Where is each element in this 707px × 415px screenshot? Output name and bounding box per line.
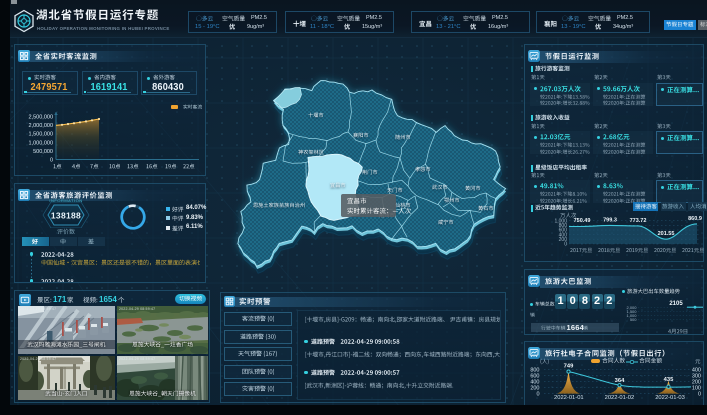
svg-text:749: 749 (564, 363, 574, 369)
svg-text:500: 500 (630, 317, 637, 322)
svg-text:2105: 2105 (669, 301, 683, 307)
svg-text:773.72: 773.72 (630, 218, 647, 224)
svg-text:201.55: 201.55 (658, 231, 675, 237)
svg-text:750.49: 750.49 (574, 218, 591, 224)
svg-text:0: 0 (698, 391, 701, 397)
svg-text:1,500,000: 1,500,000 (29, 132, 53, 138)
svg-text:2,500,000: 2,500,000 (29, 115, 53, 121)
svg-text:860.9: 860.9 (688, 216, 702, 222)
svg-text:1,000,000: 1,000,000 (29, 140, 53, 146)
svg-text:500,000: 500,000 (33, 149, 53, 155)
svg-text:2,000,000: 2,000,000 (29, 123, 53, 129)
svg-text:0: 0 (564, 242, 567, 248)
svg-text:0: 0 (536, 391, 539, 397)
svg-text:799.3: 799.3 (603, 218, 617, 224)
svg-text:435: 435 (664, 377, 674, 383)
svg-text:138188: 138188 (51, 211, 81, 221)
svg-text:364: 364 (615, 378, 625, 384)
